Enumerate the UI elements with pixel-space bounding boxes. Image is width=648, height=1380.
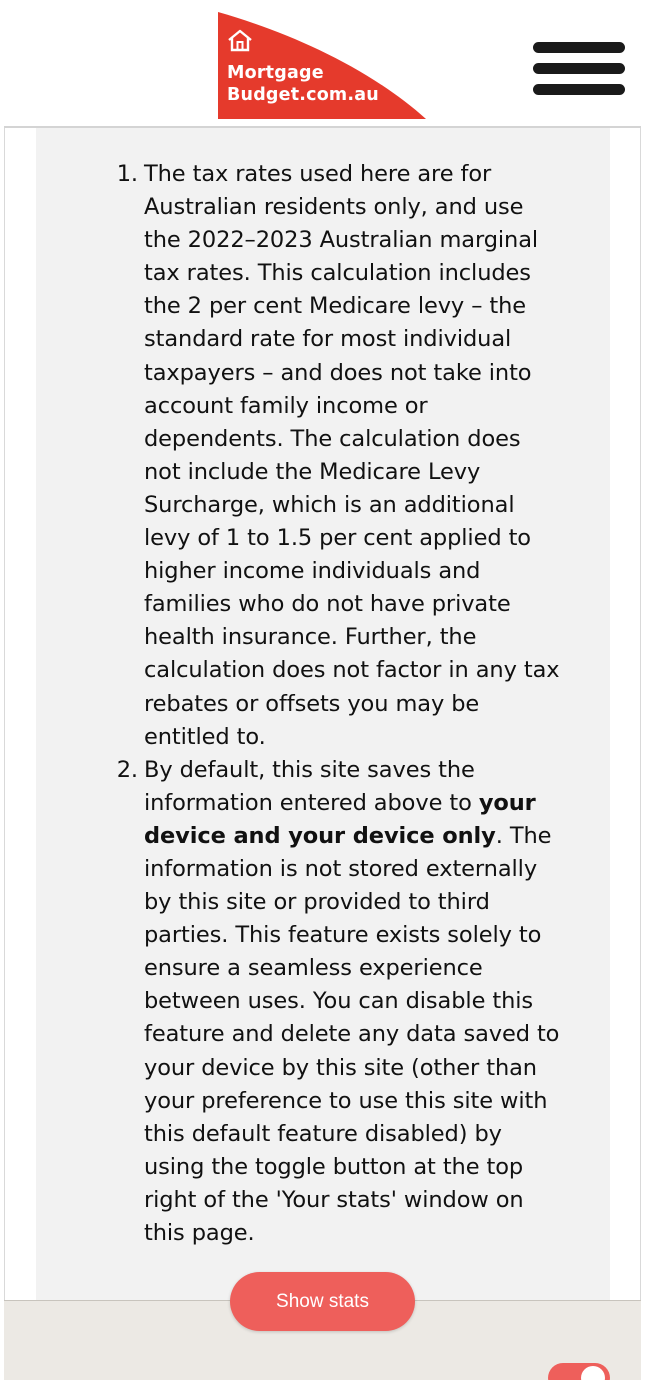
site-logo[interactable]: Mortgage Budget.com.au xyxy=(218,12,426,119)
notes-list: 1. The tax rates used here are for Austr… xyxy=(104,158,564,1250)
note-text: The tax rates used here are for Australi… xyxy=(144,161,560,750)
toggle-knob xyxy=(581,1366,605,1380)
logo-line-1: Mortgage xyxy=(227,63,324,83)
note-number: 2. xyxy=(116,756,138,783)
logo-wordmark: Mortgage Budget.com.au xyxy=(227,62,379,106)
note-text-after: . The information is not stored external… xyxy=(144,822,560,1246)
hamburger-menu-icon[interactable] xyxy=(530,38,626,98)
note-item-1: 1. The tax rates used here are for Austr… xyxy=(104,158,564,754)
note-number: 1. xyxy=(116,161,138,187)
logo-line-2: Budget.com.au xyxy=(227,85,379,105)
note-item-2: 2. By default, this site saves the infor… xyxy=(104,754,564,1250)
show-stats-button[interactable]: Show stats xyxy=(230,1272,415,1331)
save-data-toggle[interactable] xyxy=(548,1363,610,1380)
site-header: Mortgage Budget.com.au xyxy=(4,4,641,128)
note-text-before: By default, this site saves the informat… xyxy=(144,756,479,816)
note-text: By default, this site saves the informat… xyxy=(144,754,564,1250)
